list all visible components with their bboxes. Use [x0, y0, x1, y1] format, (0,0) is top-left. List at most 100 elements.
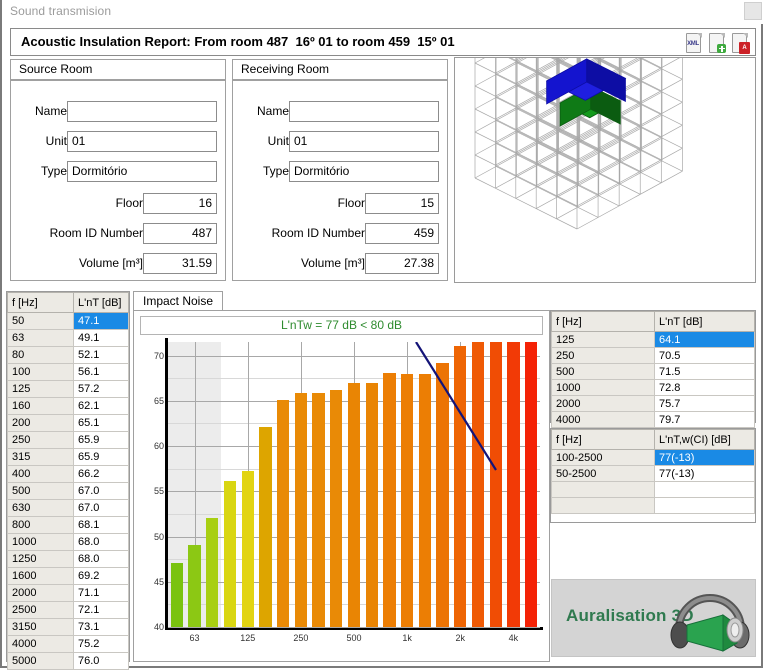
cell-value[interactable]: 71.5: [654, 363, 755, 380]
cell-frequency[interactable]: 1000: [551, 379, 655, 396]
cell-frequency[interactable]: 2000: [551, 395, 655, 412]
cell-value[interactable]: 77(-13): [654, 449, 755, 466]
column-header-1[interactable]: L'nT [dB]: [73, 292, 129, 313]
cell-frequency[interactable]: 4000: [551, 411, 655, 428]
table-row[interactable]: 100-2500 77(-13): [551, 449, 755, 466]
new-document-icon[interactable]: [707, 32, 726, 53]
source-room-input-3[interactable]: 16: [143, 193, 217, 214]
cell-frequency[interactable]: 2000: [7, 584, 74, 602]
receiving-room-input-4[interactable]: 459: [365, 223, 439, 244]
table-row[interactable]: 50 47.1: [7, 312, 129, 330]
cell-frequency[interactable]: 125: [7, 380, 74, 398]
cell-value[interactable]: 77(-13): [654, 465, 755, 482]
receiving-room-input-0[interactable]: [289, 101, 439, 122]
cell-frequency[interactable]: 1250: [7, 550, 74, 568]
table-row[interactable]: 125 64.1: [551, 331, 755, 348]
table-row[interactable]: 200 65.1: [7, 414, 129, 432]
cell-frequency[interactable]: [551, 497, 655, 514]
building-3d-view[interactable]: [454, 57, 756, 283]
column-header-0[interactable]: f [Hz]: [551, 429, 655, 450]
cell-value[interactable]: 47.1: [73, 312, 129, 330]
table-row[interactable]: 1250 68.0: [7, 550, 129, 568]
export-xml-icon[interactable]: XML: [684, 32, 703, 53]
cell-frequency[interactable]: 200: [7, 414, 74, 432]
cell-frequency[interactable]: 315: [7, 448, 74, 466]
table-row[interactable]: [551, 497, 755, 514]
cell-value[interactable]: 71.1: [73, 584, 129, 602]
source-room-input-0[interactable]: [67, 101, 217, 122]
receiving-room-input-3[interactable]: 15: [365, 193, 439, 214]
cell-frequency[interactable]: 250: [7, 431, 74, 449]
table-row[interactable]: 1000 68.0: [7, 533, 129, 551]
table-row[interactable]: 5000 76.0: [7, 652, 129, 670]
source-room-input-1[interactable]: 01: [67, 131, 217, 152]
table-row[interactable]: 80 52.1: [7, 346, 129, 364]
table-row[interactable]: 800 68.1: [7, 516, 129, 534]
cell-frequency[interactable]: 250: [551, 347, 655, 364]
third-octave-table[interactable]: f [Hz] L'nT [dB] 50 47.1 63 49.1 80 52.1 100 56.1…: [6, 291, 130, 670]
window-corner-button[interactable]: [744, 2, 762, 20]
source-room-input-5[interactable]: 31.59: [143, 253, 217, 274]
table-row[interactable]: 500 67.0: [7, 482, 129, 500]
table-row[interactable]: 4000 75.2: [7, 635, 129, 653]
cell-value[interactable]: 73.1: [73, 618, 129, 636]
cell-value[interactable]: 64.1: [654, 331, 755, 348]
cell-value[interactable]: 49.1: [73, 329, 129, 347]
cell-value[interactable]: 52.1: [73, 346, 129, 364]
table-row[interactable]: 1600 69.2: [7, 567, 129, 585]
table-row[interactable]: 250 65.9: [7, 431, 129, 449]
cell-value[interactable]: 75.2: [73, 635, 129, 653]
column-header-0[interactable]: f [Hz]: [7, 292, 74, 313]
cell-frequency[interactable]: 400: [7, 465, 74, 483]
table-row[interactable]: 2000 75.7: [551, 395, 755, 412]
cell-frequency[interactable]: 800: [7, 516, 74, 534]
table-row[interactable]: 125 57.2: [7, 380, 129, 398]
cell-value[interactable]: 66.2: [73, 465, 129, 483]
cell-frequency[interactable]: 125: [551, 331, 655, 348]
cell-frequency[interactable]: 5000: [7, 652, 74, 670]
cell-value[interactable]: 68.1: [73, 516, 129, 534]
cell-frequency[interactable]: [551, 481, 655, 498]
cell-value[interactable]: 79.7: [654, 411, 755, 428]
table-row[interactable]: [551, 481, 755, 498]
cell-frequency[interactable]: 3150: [7, 618, 74, 636]
cell-value[interactable]: 72.8: [654, 379, 755, 396]
table-row[interactable]: 1000 72.8: [551, 379, 755, 396]
cell-frequency[interactable]: 100-2500: [551, 449, 655, 466]
tab-impact-noise[interactable]: Impact Noise: [133, 291, 224, 311]
cell-value[interactable]: 72.1: [73, 601, 129, 619]
cell-value[interactable]: [654, 481, 755, 498]
cell-value[interactable]: 68.0: [73, 533, 129, 551]
table-row[interactable]: 160 62.1: [7, 397, 129, 415]
cell-frequency[interactable]: 2500: [7, 601, 74, 619]
cell-frequency[interactable]: 80: [7, 346, 74, 364]
export-pdf-icon[interactable]: A: [730, 32, 750, 54]
receiving-room-input-1[interactable]: 01: [289, 131, 439, 152]
cell-value[interactable]: 67.0: [73, 499, 129, 517]
cell-frequency[interactable]: 160: [7, 397, 74, 415]
cell-value[interactable]: 69.2: [73, 567, 129, 585]
cell-value[interactable]: [654, 497, 755, 514]
column-header-1[interactable]: L'nT [dB]: [654, 311, 755, 332]
column-header-0[interactable]: f [Hz]: [551, 311, 655, 332]
cell-value[interactable]: 68.0: [73, 550, 129, 568]
cell-frequency[interactable]: 50: [7, 312, 74, 330]
cell-frequency[interactable]: 50-2500: [551, 465, 655, 482]
cell-frequency[interactable]: 100: [7, 363, 74, 381]
source-room-input-2[interactable]: Dormitório: [67, 161, 217, 182]
table-row[interactable]: 630 67.0: [7, 499, 129, 517]
table-row[interactable]: 4000 79.7: [551, 411, 755, 428]
column-header-1[interactable]: L'nT,w(CI) [dB]: [654, 429, 755, 450]
table-row[interactable]: 100 56.1: [7, 363, 129, 381]
cell-value[interactable]: 67.0: [73, 482, 129, 500]
table-row[interactable]: 63 49.1: [7, 329, 129, 347]
receiving-room-input-2[interactable]: Dormitório: [289, 161, 439, 182]
cell-value[interactable]: 57.2: [73, 380, 129, 398]
table-row[interactable]: 400 66.2: [7, 465, 129, 483]
table-row[interactable]: 2000 71.1: [7, 584, 129, 602]
table-row[interactable]: 500 71.5: [551, 363, 755, 380]
cell-frequency[interactable]: 500: [551, 363, 655, 380]
cell-frequency[interactable]: 63: [7, 329, 74, 347]
cell-frequency[interactable]: 1000: [7, 533, 74, 551]
cell-frequency[interactable]: 500: [7, 482, 74, 500]
